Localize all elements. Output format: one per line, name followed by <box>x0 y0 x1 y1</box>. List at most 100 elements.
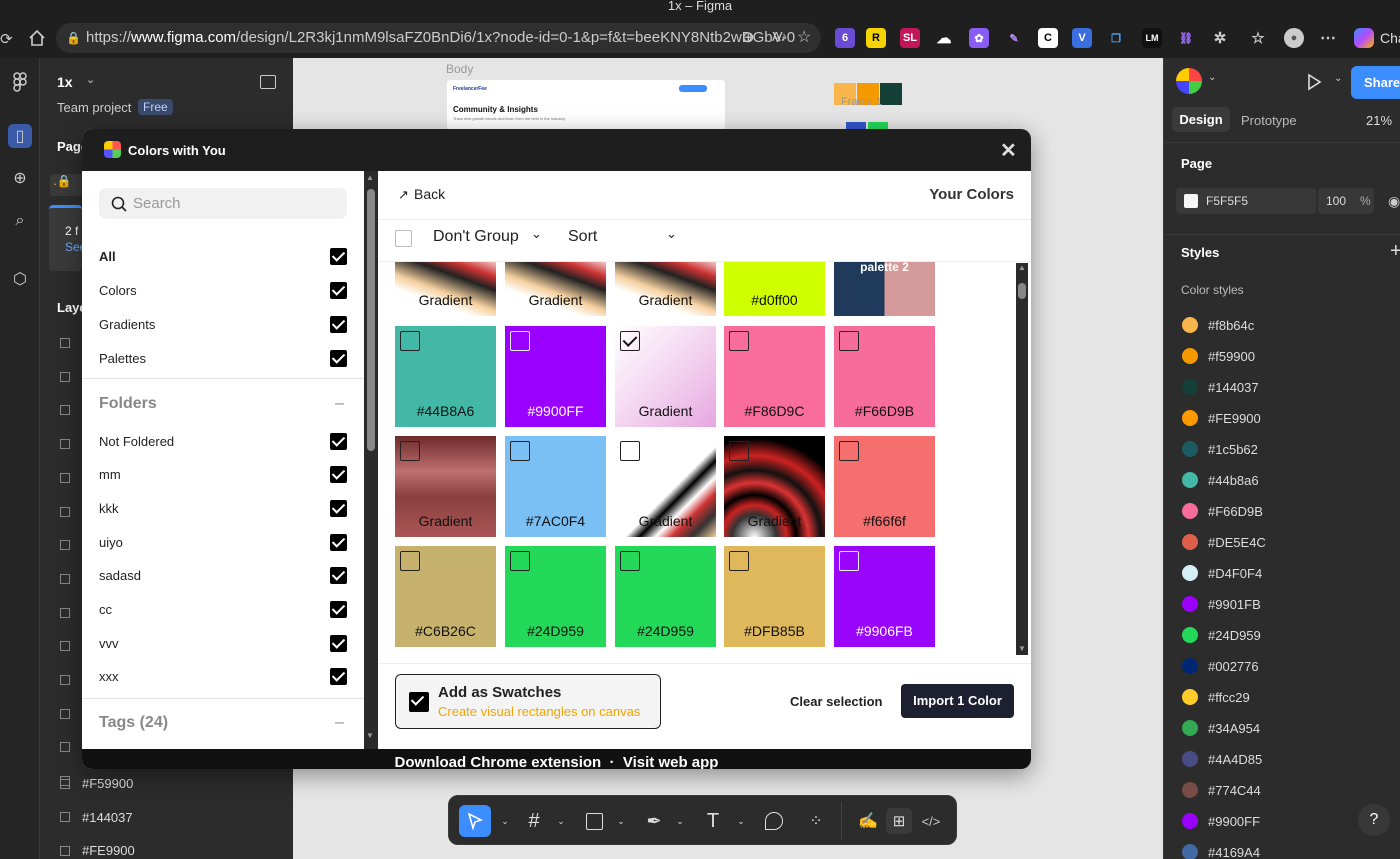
color-style-row[interactable]: #DE5E4C <box>1182 532 1266 552</box>
swatch-checkbox[interactable] <box>620 331 640 351</box>
frame-chevron-icon[interactable]: ⌄ <box>548 808 574 834</box>
color-style-row[interactable]: #002776 <box>1182 656 1259 676</box>
address-bar[interactable]: 🔒 https://www.figma.com/design/L2R3kj1nm… <box>56 23 821 53</box>
swatch-checkbox[interactable] <box>729 551 749 571</box>
swatch-checkbox[interactable] <box>729 331 749 351</box>
select-all-checkbox[interactable] <box>395 230 412 247</box>
page-item[interactable]: .🔒 <box>50 174 82 196</box>
move-tool-icon[interactable] <box>459 805 491 837</box>
folder-row[interactable]: kkk <box>99 497 347 519</box>
text-chevron-icon[interactable]: ⌄ <box>728 808 754 834</box>
back-arrow-icon[interactable]: ↗ <box>398 187 409 203</box>
layer-row[interactable] <box>60 708 82 719</box>
folder-row[interactable]: cc <box>99 599 347 621</box>
layer-row[interactable] <box>60 472 82 483</box>
layer-checkbox[interactable] <box>60 573 70 584</box>
layer-checkbox[interactable] <box>60 338 70 348</box>
filter-checkbox[interactable] <box>330 349 347 367</box>
layer-checkbox[interactable] <box>60 506 70 517</box>
sidebar-scrollbar[interactable]: ▲ ▼ <box>364 171 378 749</box>
avatar-chevron-icon[interactable]: ⌄ <box>1208 72 1216 83</box>
tab-design[interactable]: Design <box>1172 107 1230 132</box>
add-icon[interactable]: ⊕ <box>8 166 32 190</box>
swatch-tile[interactable]: Gradient <box>724 436 825 537</box>
swatch-tile[interactable]: Gradient <box>615 262 716 316</box>
layer-checkbox[interactable] <box>60 845 70 856</box>
actions-tool-icon[interactable]: ⁘ <box>803 808 829 834</box>
layer-row[interactable] <box>60 607 82 618</box>
color-style-row[interactable]: #f8b64c <box>1182 315 1254 335</box>
grid-scroll-up-icon[interactable]: ▲ <box>1018 263 1026 272</box>
present-chevron-icon[interactable]: ⌄ <box>1334 73 1342 84</box>
dev-mode-icon[interactable]: </> <box>918 808 944 834</box>
import-button[interactable]: Import 1 Color <box>901 684 1014 718</box>
folder-row[interactable]: xxx <box>99 666 347 688</box>
folder-checkbox[interactable] <box>330 432 347 450</box>
grid-scrollbar[interactable]: ▲ ▼ <box>1016 263 1028 655</box>
pen-tool-icon[interactable]: ✒ <box>641 808 667 834</box>
folder-checkbox[interactable] <box>330 567 347 585</box>
canvas-swatch[interactable] <box>880 83 902 105</box>
folder-row[interactable]: vvv <box>99 632 347 654</box>
sort-chevron-icon[interactable]: ⌄ <box>666 226 677 242</box>
copilot-icon[interactable] <box>1354 28 1374 48</box>
layer-row[interactable] <box>60 371 82 382</box>
filter-row[interactable]: All <box>99 245 347 267</box>
swatch-checkbox[interactable] <box>400 441 420 461</box>
swatch-tile[interactable]: #F86D9C <box>724 326 825 427</box>
swatch-checkbox[interactable] <box>400 331 420 351</box>
layer-checkbox[interactable] <box>60 742 70 753</box>
share-button[interactable]: Share <box>1351 66 1400 99</box>
zoom-level[interactable]: 21% <box>1366 113 1392 128</box>
layer-checkbox[interactable] <box>60 405 70 416</box>
color-style-row[interactable]: #774C44 <box>1182 780 1261 800</box>
reload-icon[interactable]: ⟳ <box>0 30 14 48</box>
tags-collapse-icon[interactable]: – <box>335 714 344 732</box>
grid-scroll-thumb[interactable] <box>1018 283 1026 299</box>
swatch-checkbox[interactable] <box>620 551 640 571</box>
profile-avatar[interactable]: ● <box>1284 28 1304 48</box>
back-button[interactable]: Back <box>414 186 445 202</box>
folder-row[interactable]: mm <box>99 464 347 486</box>
scroll-down-icon[interactable]: ▼ <box>366 731 374 740</box>
layer-row[interactable] <box>60 338 82 348</box>
multiplayer-avatar[interactable] <box>1176 68 1202 94</box>
color-style-row[interactable]: #F66D9B <box>1182 501 1263 521</box>
extensions-icon[interactable]: ✲ <box>1210 28 1230 48</box>
plugins-icon[interactable]: ⬡ <box>8 267 32 291</box>
layer-row[interactable] <box>60 506 82 517</box>
design-mode-icon[interactable]: ⊞ <box>886 808 912 834</box>
swatch-tile[interactable]: #9906FB <box>834 546 935 647</box>
folder-checkbox[interactable] <box>330 634 347 652</box>
layer-checkbox[interactable] <box>60 675 70 685</box>
swatch-checkbox[interactable] <box>510 331 530 351</box>
filter-checkbox[interactable] <box>330 247 347 265</box>
layer-row[interactable] <box>60 439 82 450</box>
swatch-checkbox[interactable] <box>620 441 640 461</box>
present-play-icon[interactable] <box>1304 72 1324 92</box>
swatch-tile[interactable]: #44B8A6 <box>395 326 496 427</box>
layer-row[interactable] <box>60 675 82 685</box>
extension-sl-icon[interactable]: SL <box>900 28 920 48</box>
layer-checkbox[interactable] <box>60 371 70 382</box>
swatch-checkbox[interactable] <box>400 551 420 571</box>
footer-links[interactable]: Download Chrome extension · Visit web ap… <box>82 749 1031 769</box>
page-opacity-field[interactable]: 100 % <box>1318 188 1374 214</box>
sort-select[interactable]: Sort <box>568 228 597 246</box>
swatch-tile[interactable]: #f66f6f <box>834 436 935 537</box>
layer-row[interactable]: #F59900 <box>60 776 133 791</box>
sidebar-scroll-thumb[interactable] <box>367 189 375 451</box>
color-style-row[interactable]: #4A4D85 <box>1182 749 1262 769</box>
feather-extension-icon[interactable]: ✎ <box>1004 28 1024 48</box>
add-swatches-checkbox[interactable] <box>409 692 429 712</box>
swatch-checkbox[interactable] <box>729 441 749 461</box>
swatch-tile[interactable]: #9900FF <box>505 326 606 427</box>
text-tool-icon[interactable]: T <box>700 808 726 834</box>
layer-checkbox[interactable] <box>60 641 70 652</box>
folder-row[interactable]: Not Foldered <box>99 430 347 452</box>
filter-row[interactable]: Colors <box>99 279 347 301</box>
layer-row[interactable] <box>60 742 82 753</box>
folder-checkbox[interactable] <box>330 601 347 618</box>
swatch-checkbox[interactable] <box>839 441 859 461</box>
layer-row[interactable] <box>60 540 82 551</box>
